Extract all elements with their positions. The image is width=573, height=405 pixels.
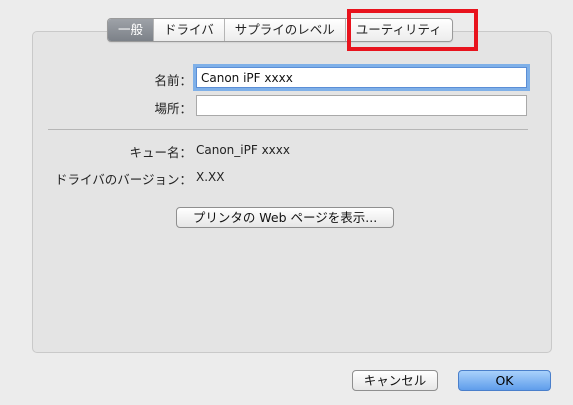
queue-name-label: キュー名： <box>129 145 192 160</box>
tab-driver[interactable]: ドライバ <box>154 19 225 41</box>
ok-button[interactable]: OK <box>458 370 551 391</box>
name-field[interactable] <box>196 67 527 88</box>
cancel-button[interactable]: キャンセル <box>352 370 438 391</box>
utility-tab-highlight <box>347 9 478 51</box>
section-divider <box>48 129 528 130</box>
tab-general[interactable]: 一般 <box>108 19 155 41</box>
name-label: 名前： <box>154 73 192 88</box>
location-label: 場所： <box>154 101 192 116</box>
tab-supply-levels[interactable]: サプライのレベル <box>225 19 346 41</box>
show-web-page-button[interactable]: プリンタの Web ページを表示... <box>176 207 394 228</box>
location-field[interactable] <box>196 95 527 116</box>
driver-version-label: ドライバのバージョン： <box>54 172 192 187</box>
driver-version-value: X.XX <box>196 170 225 184</box>
queue-name-value: Canon_iPF xxxx <box>196 143 290 157</box>
